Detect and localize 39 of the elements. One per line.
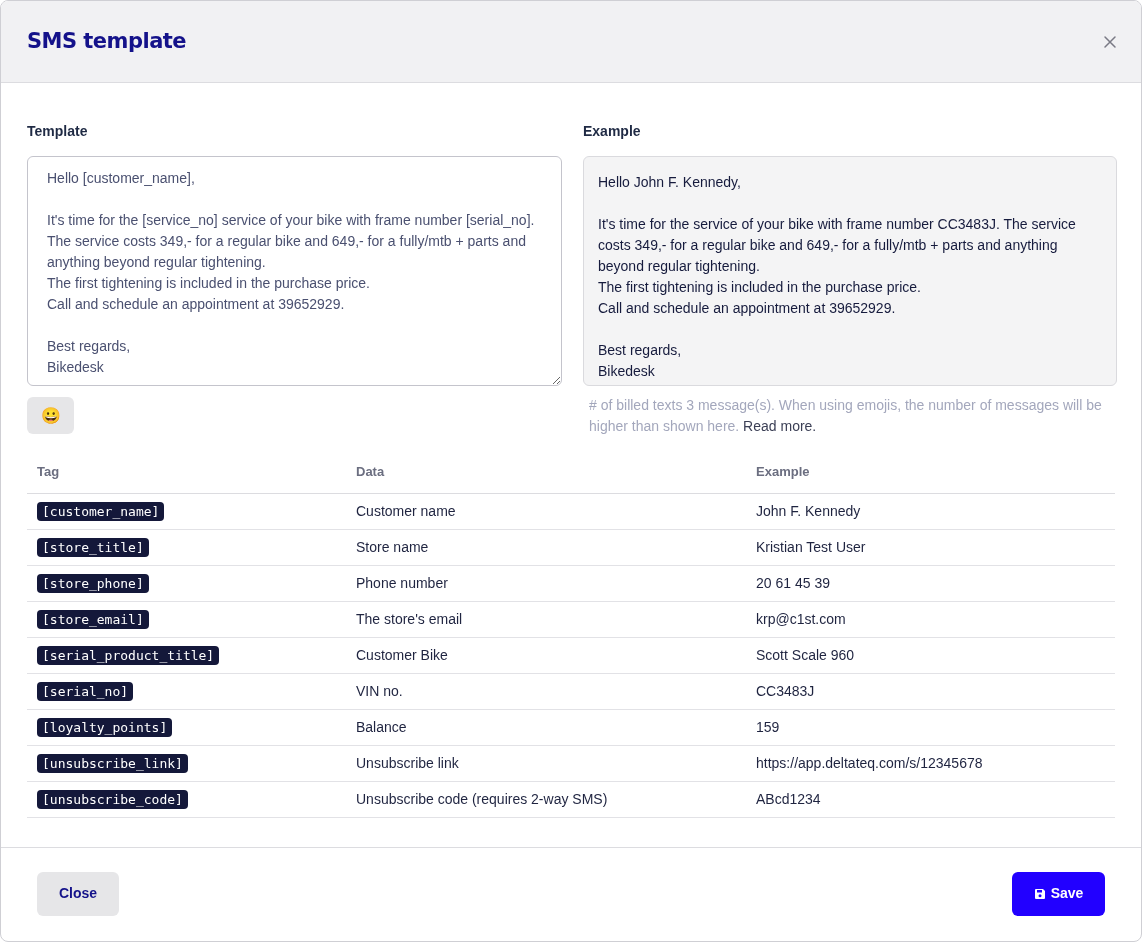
example-cell: 20 61 45 39 xyxy=(746,565,1115,601)
data-cell: The store's email xyxy=(346,601,746,637)
tag-chip: [store_email] xyxy=(37,609,149,629)
tag-chip: [serial_product_title] xyxy=(37,645,220,665)
example-cell: krp@c1st.com xyxy=(746,601,1115,637)
example-cell: John F. Kennedy xyxy=(746,493,1115,529)
example-cell: https://app.deltateq.com/s/12345678 xyxy=(746,745,1115,781)
tag-chip: [store_phone] xyxy=(37,573,149,593)
billing-note: # of billed texts 3 message(s). When using emojis, the number of messages will be higher than shown here. Read more. xyxy=(588,396,1103,436)
example-preview: Hello John F. Kennedy, It's time for the service of your bike with frame number CC3483J. The service costs 349,- for a regular bike and 649,- for a fully/mtb + parts and anything beyond regular tightening. The first tightening is included in the purchase price. Call and schedule an appointment at 39652929. Best regards, Bikedesk xyxy=(583,156,1117,386)
tag-chip: [serial_no] xyxy=(37,681,134,701)
column-header: Data xyxy=(346,457,746,493)
data-cell: Store name xyxy=(346,529,746,565)
dialog-title: SMS template xyxy=(27,27,186,55)
tag-chip: [unsubscribe_code] xyxy=(37,789,188,809)
data-cell: Balance xyxy=(346,709,746,745)
column-header: Tag xyxy=(27,457,346,493)
example-cell: Scott Scale 960 xyxy=(746,637,1115,673)
data-cell: Customer name xyxy=(346,493,746,529)
tag-chip: [loyalty_points] xyxy=(37,717,173,737)
column-header: Example xyxy=(746,457,1115,493)
read-more-link[interactable]: Read more. xyxy=(743,418,817,434)
data-cell: Unsubscribe link xyxy=(346,745,746,781)
example-cell: CC3483J xyxy=(746,673,1115,709)
example-cell: ABcd1234 xyxy=(746,781,1115,817)
data-cell: Phone number xyxy=(346,565,746,601)
template-field[interactable]: Hello [customer_name], It's time for the [service_no] service of your bike with frame number [serial_no]. The service costs 349,- for a regular bike and 649,- for a fully/mtb + parts and anything beyond regular tightening. The first tightening is included in the purchase price. Call and schedule an appointment at 39652929. Best regards, Bikedesk xyxy=(27,156,562,386)
data-cell: Customer Bike xyxy=(346,637,746,673)
data-cell: Unsubscribe code (requires 2-way SMS) xyxy=(346,781,746,817)
template-label: Template xyxy=(27,122,89,141)
example-cell: Kristian Test User xyxy=(746,529,1115,565)
example-label: Example xyxy=(583,122,642,141)
data-cell: VIN no. xyxy=(346,673,746,709)
close-button[interactable]: Close xyxy=(37,871,119,916)
save-button[interactable]: Save xyxy=(1012,871,1105,916)
tag-chip: [unsubscribe_link] xyxy=(37,753,188,773)
tag-chip: [store_title] xyxy=(37,537,149,557)
tag-chip: [customer_name] xyxy=(37,501,165,521)
example-cell: 159 xyxy=(746,709,1115,745)
